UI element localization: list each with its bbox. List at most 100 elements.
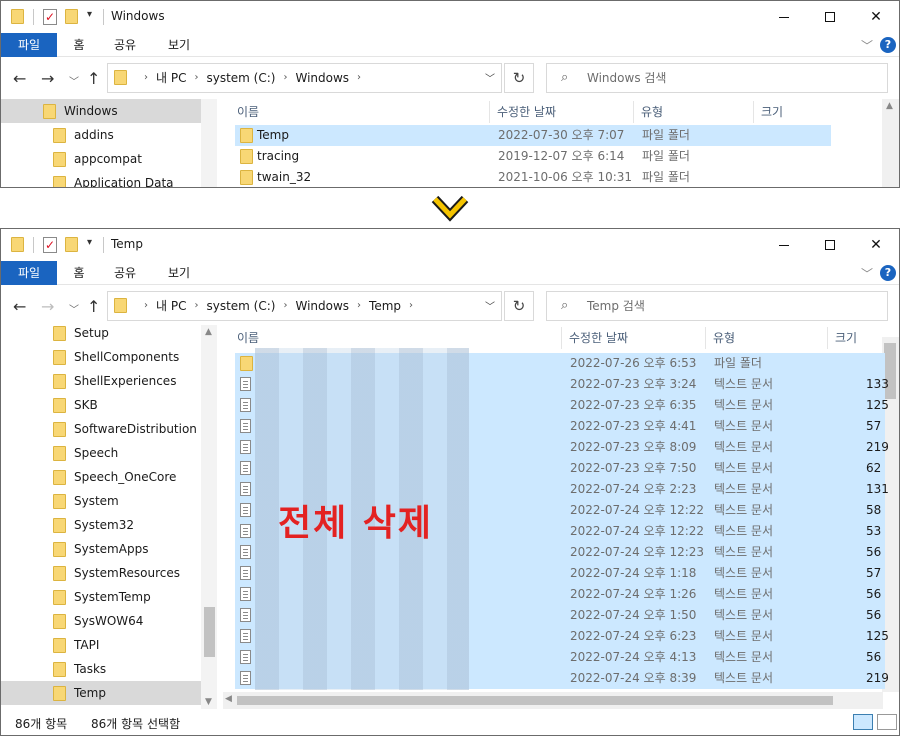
column-header-size[interactable]: 크기 — [761, 99, 783, 125]
customize-quick-access-icon[interactable]: ▾ — [87, 9, 92, 20]
expand-ribbon-icon[interactable]: ﹀ — [861, 37, 873, 54]
nav-item[interactable]: Speech — [1, 441, 201, 465]
column-divider[interactable] — [827, 327, 828, 349]
help-icon[interactable]: ? — [880, 37, 896, 53]
table-row[interactable]: twain_32 2021-10-06 오후 10:31 파일 폴더 — [235, 167, 831, 187]
nav-item[interactable]: System32 — [1, 513, 201, 537]
refresh-button[interactable]: ↻ — [504, 291, 534, 321]
breadcrumb-item[interactable]: system (C:) — [206, 292, 275, 320]
chevron-right-icon[interactable]: › — [194, 292, 198, 320]
nav-item[interactable]: addins — [1, 123, 201, 147]
table-row[interactable]: tracing 2019-12-07 오후 6:14 파일 폴더 — [235, 146, 831, 167]
close-button[interactable]: ✕ — [853, 1, 899, 33]
nav-item[interactable]: Tasks — [1, 657, 201, 681]
forward-button[interactable]: → — [41, 297, 54, 316]
help-icon[interactable]: ? — [880, 265, 896, 281]
scroll-left-icon[interactable]: ◀ — [225, 694, 232, 704]
minimize-button[interactable] — [761, 229, 807, 261]
column-divider[interactable] — [561, 327, 562, 349]
breadcrumb-item[interactable]: Windows — [295, 292, 349, 320]
chevron-right-icon[interactable]: › — [283, 64, 287, 92]
nav-scrollbar[interactable] — [201, 99, 217, 187]
tab-view[interactable]: 보기 — [161, 33, 197, 57]
column-divider[interactable] — [489, 101, 490, 123]
close-button[interactable]: ✕ — [853, 229, 899, 261]
tab-home[interactable]: 홈 — [65, 33, 93, 57]
breadcrumb-item[interactable]: Windows — [295, 64, 349, 92]
table-row[interactable]: Temp 2022-07-30 오후 7:07 파일 폴더 — [235, 125, 831, 146]
column-header-name[interactable]: 이름 — [237, 99, 259, 125]
back-button[interactable]: ← — [13, 297, 26, 316]
maximize-button[interactable] — [807, 229, 853, 261]
large-icons-view-button[interactable] — [877, 714, 897, 730]
nav-item[interactable]: SoftwareDistribution — [1, 417, 201, 441]
recent-locations-icon[interactable]: ﹀ — [69, 73, 79, 88]
nav-item[interactable]: Application Data — [1, 171, 201, 187]
chevron-down-icon[interactable]: ﹀ — [485, 70, 495, 85]
scroll-up-icon[interactable]: ▲ — [886, 101, 893, 111]
address-bar[interactable]: › 내 PC › system (C:) › Windows › Temp › … — [107, 291, 502, 321]
breadcrumb-item[interactable]: system (C:) — [206, 64, 275, 92]
search-input[interactable]: ⌕ Windows 검색 — [546, 63, 888, 93]
nav-item[interactable]: SKB — [1, 393, 201, 417]
customize-quick-access-icon[interactable]: ▾ — [87, 237, 92, 248]
nav-item[interactable]: SysWOW64 — [1, 609, 201, 633]
details-view-button[interactable] — [853, 714, 873, 730]
scroll-down-icon[interactable]: ▼ — [205, 697, 212, 707]
chevron-right-icon[interactable]: › — [283, 292, 287, 320]
chevron-right-icon[interactable]: › — [357, 292, 361, 320]
scrollbar-thumb[interactable] — [237, 696, 833, 705]
nav-item[interactable]: Setup — [1, 325, 201, 345]
refresh-button[interactable]: ↻ — [504, 63, 534, 93]
tab-share[interactable]: 공유 — [107, 33, 143, 57]
column-header-date[interactable]: 수정한 날짜 — [569, 325, 628, 351]
nav-scrollbar[interactable]: ▲ ▼ — [201, 325, 217, 709]
search-input[interactable]: ⌕ Temp 검색 — [546, 291, 888, 321]
recent-locations-icon[interactable]: ﹀ — [69, 301, 79, 316]
vertical-scrollbar[interactable]: ▲ — [882, 99, 899, 187]
column-header-size[interactable]: 크기 — [835, 325, 857, 351]
nav-item[interactable]: Speech_OneCore — [1, 465, 201, 489]
nav-item[interactable]: SystemResources — [1, 561, 201, 585]
nav-item[interactable]: TAPI — [1, 633, 201, 657]
column-header-type[interactable]: 유형 — [713, 325, 735, 351]
chevron-right-icon[interactable]: › — [357, 64, 361, 92]
maximize-button[interactable] — [807, 1, 853, 33]
new-folder-icon[interactable] — [65, 237, 78, 252]
scrollbar-thumb[interactable] — [204, 607, 215, 657]
breadcrumb-item[interactable]: Temp — [369, 292, 401, 320]
address-bar[interactable]: › 내 PC › system (C:) › Windows › ﹀ — [107, 63, 502, 93]
up-button[interactable]: ↑ — [87, 297, 100, 316]
back-button[interactable]: ← — [13, 69, 26, 88]
up-button[interactable]: ↑ — [87, 69, 100, 88]
chevron-right-icon[interactable]: › — [409, 292, 413, 320]
chevron-right-icon[interactable]: › — [194, 64, 198, 92]
chevron-down-icon[interactable]: ﹀ — [485, 298, 495, 313]
column-header-type[interactable]: 유형 — [641, 99, 663, 125]
tab-share[interactable]: 공유 — [107, 261, 143, 285]
tab-file[interactable]: 파일 — [1, 33, 57, 57]
column-header-date[interactable]: 수정한 날짜 — [497, 99, 556, 125]
forward-button[interactable]: → — [41, 69, 54, 88]
nav-item[interactable]: ShellExperiences — [1, 369, 201, 393]
nav-item[interactable]: ShellComponents — [1, 345, 201, 369]
tab-view[interactable]: 보기 — [161, 261, 197, 285]
breadcrumb-item[interactable]: 내 PC — [156, 64, 186, 92]
tab-file[interactable]: 파일 — [1, 261, 57, 285]
expand-ribbon-icon[interactable]: ﹀ — [861, 265, 873, 282]
minimize-button[interactable] — [761, 1, 807, 33]
column-divider[interactable] — [753, 101, 754, 123]
breadcrumb-item[interactable]: 내 PC — [156, 292, 186, 320]
nav-item[interactable]: Temp — [1, 681, 201, 705]
properties-icon[interactable]: ✓ — [43, 237, 57, 253]
column-divider[interactable] — [633, 101, 634, 123]
nav-item[interactable]: SystemTemp — [1, 585, 201, 609]
nav-item[interactable]: appcompat — [1, 147, 201, 171]
tab-home[interactable]: 홈 — [65, 261, 93, 285]
properties-icon[interactable]: ✓ — [43, 9, 57, 25]
new-folder-icon[interactable] — [65, 9, 78, 24]
nav-item[interactable]: Windows — [1, 99, 201, 123]
scroll-up-icon[interactable]: ▲ — [205, 327, 212, 337]
horizontal-scrollbar[interactable]: ◀ — [223, 692, 883, 709]
nav-item[interactable]: SystemApps — [1, 537, 201, 561]
